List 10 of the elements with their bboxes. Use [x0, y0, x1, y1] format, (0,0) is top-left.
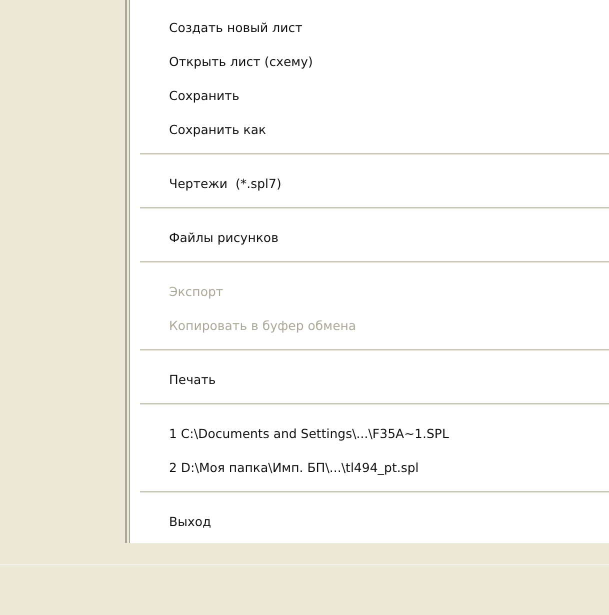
- menu-item[interactable]: Сохранить как: [127, 113, 274, 147]
- menu-item[interactable]: Открыть лист (схему): [127, 45, 321, 79]
- menu-item[interactable]: Сохранить: [127, 79, 248, 113]
- menu-item[interactable]: Создать новый лист: [127, 11, 310, 45]
- menu-item[interactable]: Файлы рисунков: [127, 221, 286, 255]
- menu-item[interactable]: 1 C:\Documents and Settings\...\F35A~1.SPL: [127, 417, 457, 451]
- menu-item[interactable]: Чертежи (*.spl7): [127, 167, 290, 201]
- menu-item[interactable]: Печать: [127, 363, 224, 397]
- menu-item[interactable]: Выход: [127, 505, 220, 539]
- menu-item[interactable]: 2 D:\Моя папка\Имп. БП\...\tl494_pt.spl: [127, 451, 427, 485]
